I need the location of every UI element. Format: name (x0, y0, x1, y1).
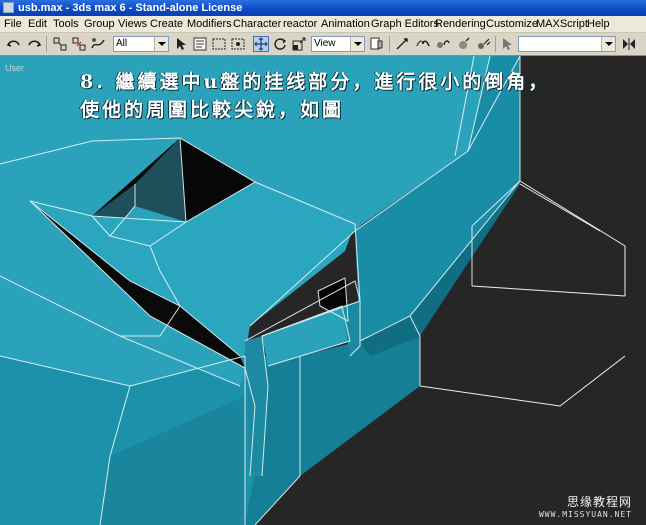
named-selection-sets-dropdown[interactable] (518, 36, 616, 52)
normal-align-icon[interactable] (455, 36, 471, 52)
named-selection-icon[interactable] (499, 36, 515, 52)
usb-model-mesh[interactable] (0, 56, 646, 525)
bind-to-space-warp-icon[interactable] (90, 36, 106, 52)
menu-character[interactable]: Character (233, 16, 281, 32)
menu-customize[interactable]: Customize (486, 16, 538, 32)
place-highlight-icon[interactable] (475, 36, 491, 52)
align-icon[interactable] (435, 36, 451, 52)
caption-line-1: 8. 繼續選中u盤的挂线部分，進行很小的倒角， (80, 71, 551, 93)
pivot-center-icon[interactable] (369, 36, 385, 52)
reference-coordinate-value: View (314, 38, 336, 49)
tutorial-caption: 8. 繼續選中u盤的挂线部分，進行很小的倒角， 使他的周圍比較尖銳，如圖 (80, 68, 550, 124)
menu-rendering[interactable]: Rendering (435, 16, 486, 32)
menu-help[interactable]: Help (587, 16, 610, 32)
title-bar: usb.max - 3ds max 6 - Stand-alone Licens… (0, 0, 646, 16)
toolbar-separator (389, 36, 390, 52)
menu-animation[interactable]: Animation (321, 16, 370, 32)
selection-filter-dropdown[interactable]: All (113, 36, 169, 52)
mirror-toolbar-icon[interactable] (621, 36, 637, 52)
menu-tools[interactable]: Tools (53, 16, 79, 32)
unlink-selection-icon[interactable] (71, 36, 87, 52)
select-by-name-icon[interactable] (192, 36, 208, 52)
watermark-url: WWW.MISSYUAN.NET (538, 510, 632, 519)
window-title: usb.max - 3ds max 6 - Stand-alone Licens… (18, 2, 243, 14)
redo-icon[interactable] (26, 36, 42, 52)
chevron-down-icon (154, 37, 168, 51)
scale-icon[interactable] (291, 36, 307, 52)
selection-filter-value: All (116, 38, 128, 49)
reference-coordinate-dropdown[interactable]: View (311, 36, 365, 52)
rectangular-selection-icon[interactable] (211, 36, 227, 52)
mirror-icon[interactable] (415, 36, 431, 52)
window-crossing-icon[interactable] (230, 36, 246, 52)
select-and-manipulate-icon[interactable] (394, 36, 410, 52)
menu-file[interactable]: File (4, 16, 22, 32)
main-toolbar: All View (0, 33, 646, 56)
rotate-icon[interactable] (272, 36, 288, 52)
menu-views[interactable]: Views (118, 16, 147, 32)
menu-create[interactable]: Create (150, 16, 183, 32)
caption-line-2: 使他的周圍比較尖銳，如圖 (80, 99, 345, 121)
menu-maxscript[interactable]: MAXScript (536, 16, 588, 32)
chevron-down-icon (350, 37, 364, 51)
menu-graph-editors[interactable]: Graph Editors (371, 16, 439, 32)
select-object-icon[interactable] (173, 36, 189, 52)
toolbar-separator (495, 36, 496, 52)
watermark-site-name: 思缘教程网 (566, 495, 632, 509)
chevron-down-icon (601, 37, 615, 51)
menu-edit[interactable]: Edit (28, 16, 47, 32)
move-icon[interactable] (253, 36, 269, 52)
menu-bar: File Edit Tools Group Views Create Modif… (0, 16, 646, 33)
menu-modifiers[interactable]: Modifiers (187, 16, 232, 32)
app-icon (3, 2, 14, 13)
toolbar-separator (46, 36, 47, 52)
undo-icon[interactable] (6, 36, 22, 52)
app-window: usb.max - 3ds max 6 - Stand-alone Licens… (0, 0, 646, 525)
select-and-link-icon[interactable] (52, 36, 68, 52)
viewport-label[interactable]: User (5, 63, 24, 73)
user-viewport[interactable]: User 8. 繼續選中u盤的挂线部分，進行很小的倒角， 使他的周圍比較尖銳，如… (0, 56, 646, 525)
menu-group[interactable]: Group (84, 16, 115, 32)
menu-reactor[interactable]: reactor (283, 16, 317, 32)
site-watermark: 思缘教程网 WWW.MISSYUAN.NET (539, 493, 632, 519)
